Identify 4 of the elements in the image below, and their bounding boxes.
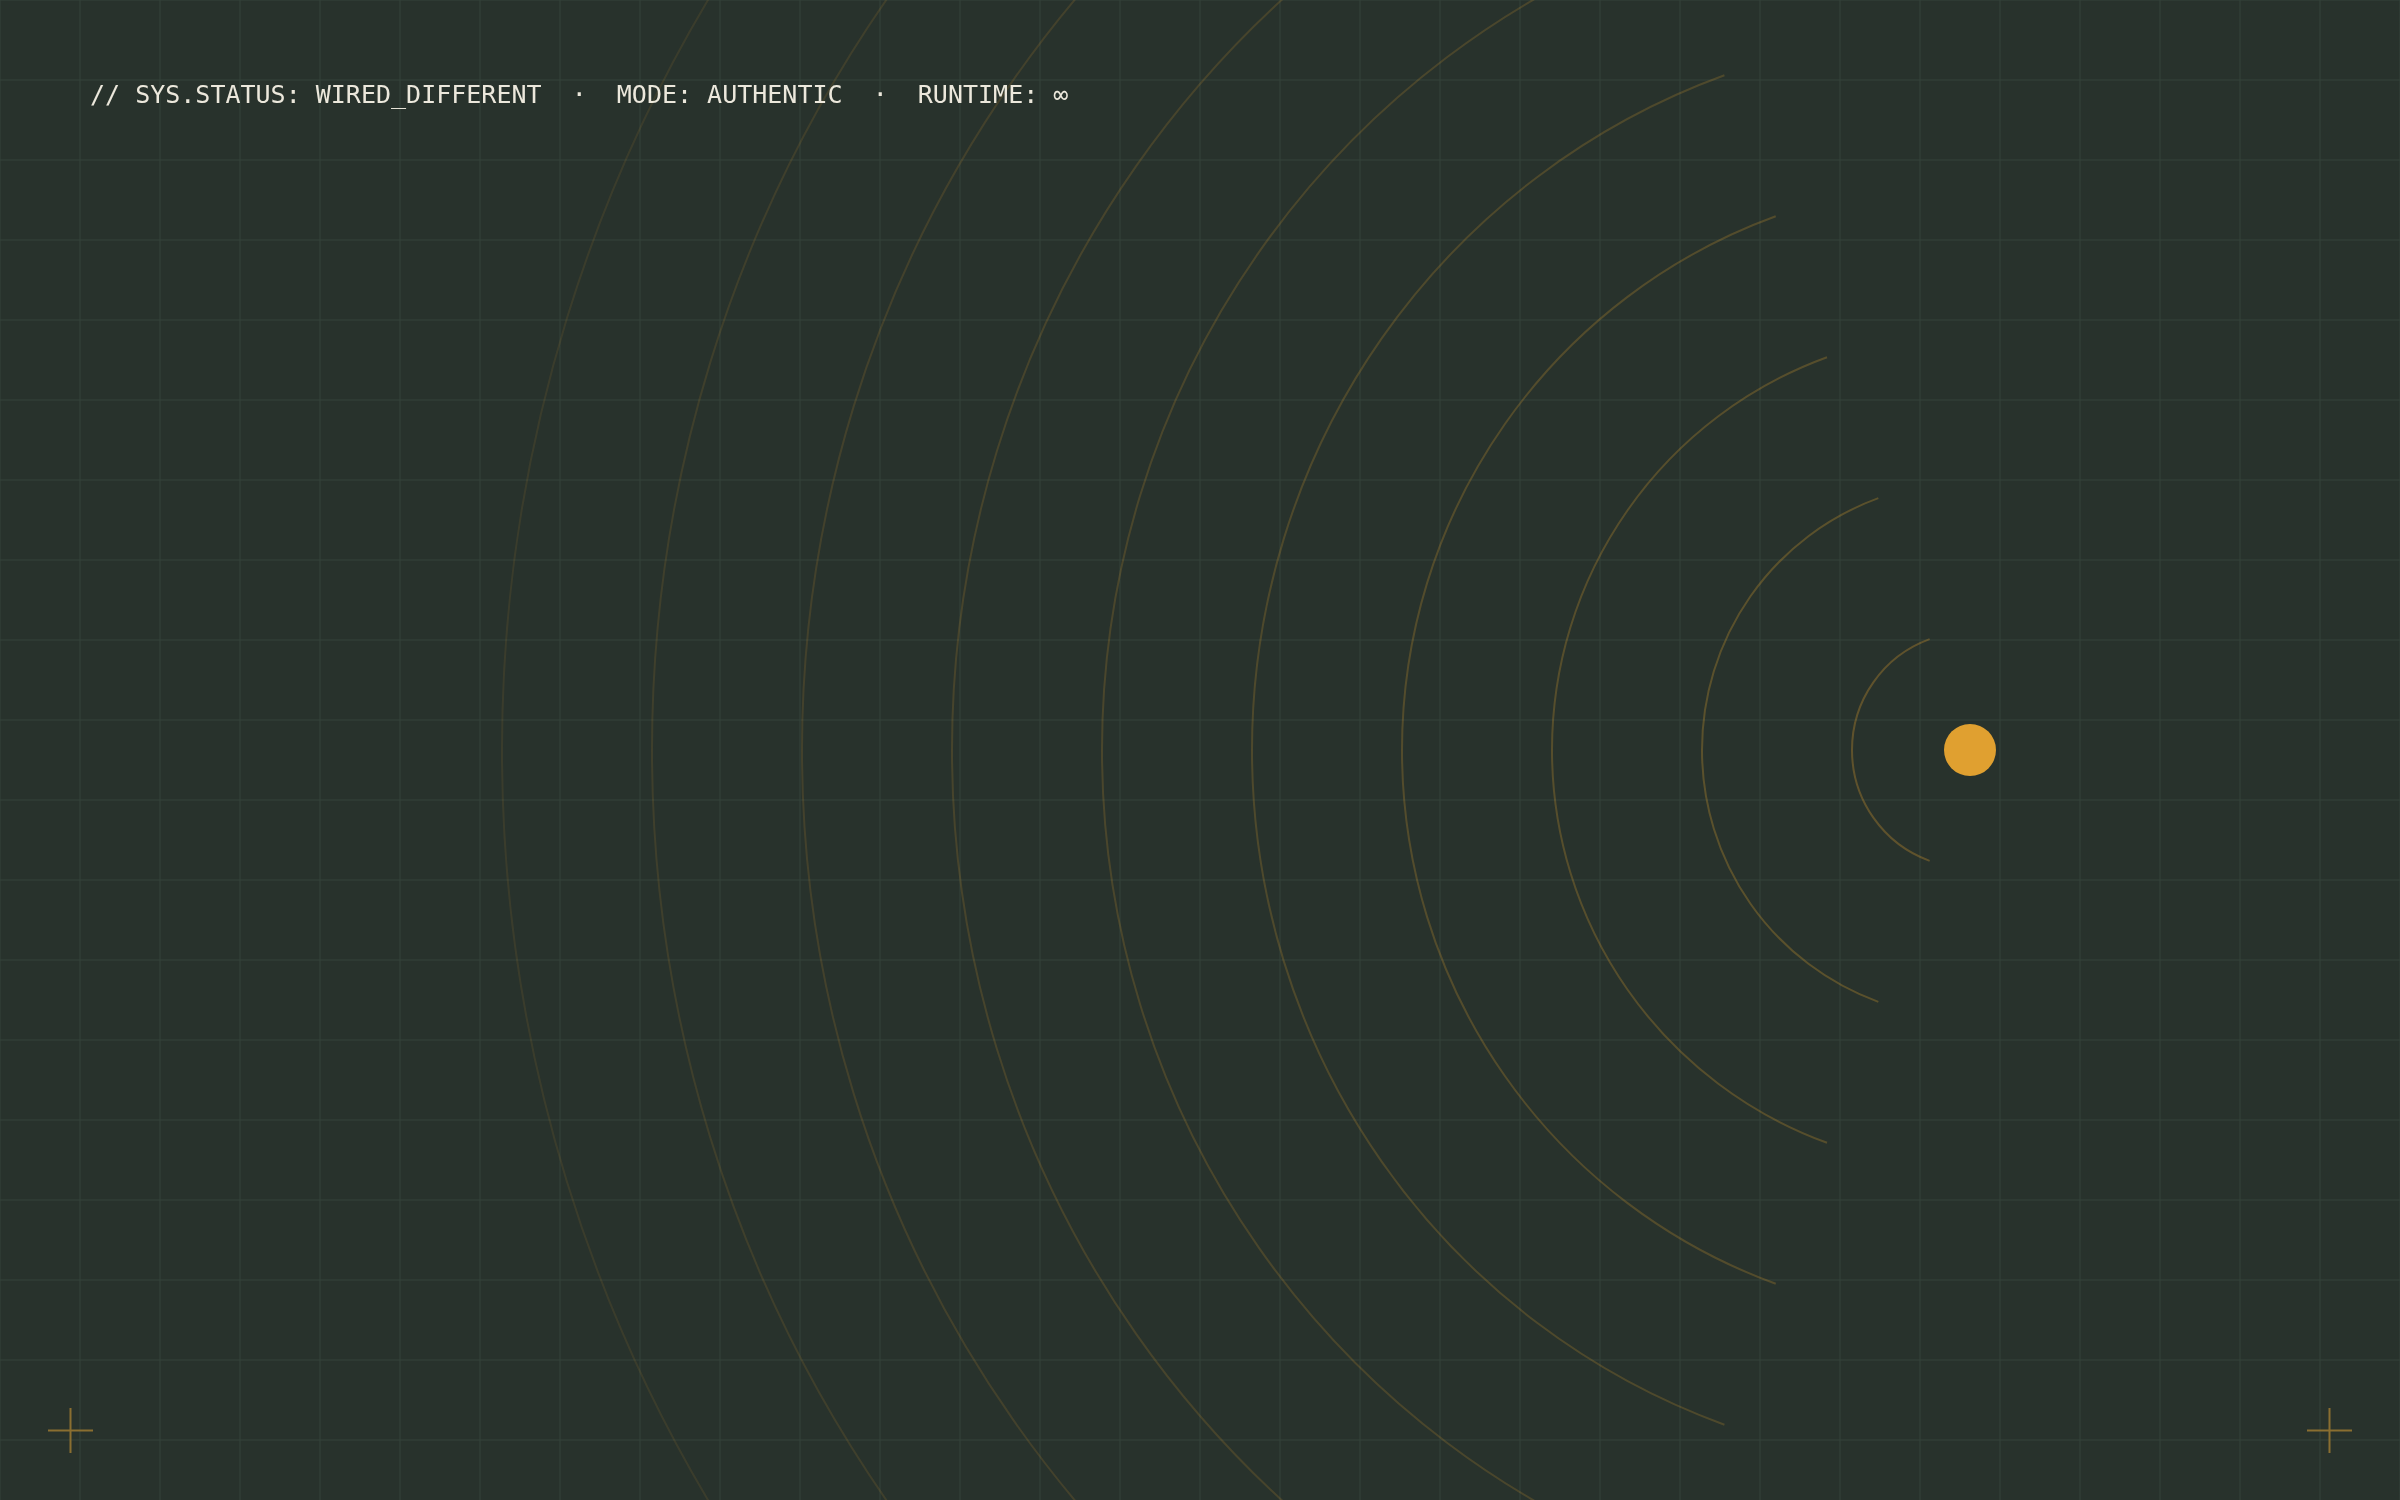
status-line: // SYS.STATUS: WIRED_DIFFERENT · MODE: AUTHENTIC · RUNTIME: ∞ xyxy=(90,80,1069,109)
signal-dot xyxy=(1944,724,1996,776)
crosshair-icon xyxy=(2307,1408,2352,1453)
crosshair-icon xyxy=(48,1408,93,1453)
